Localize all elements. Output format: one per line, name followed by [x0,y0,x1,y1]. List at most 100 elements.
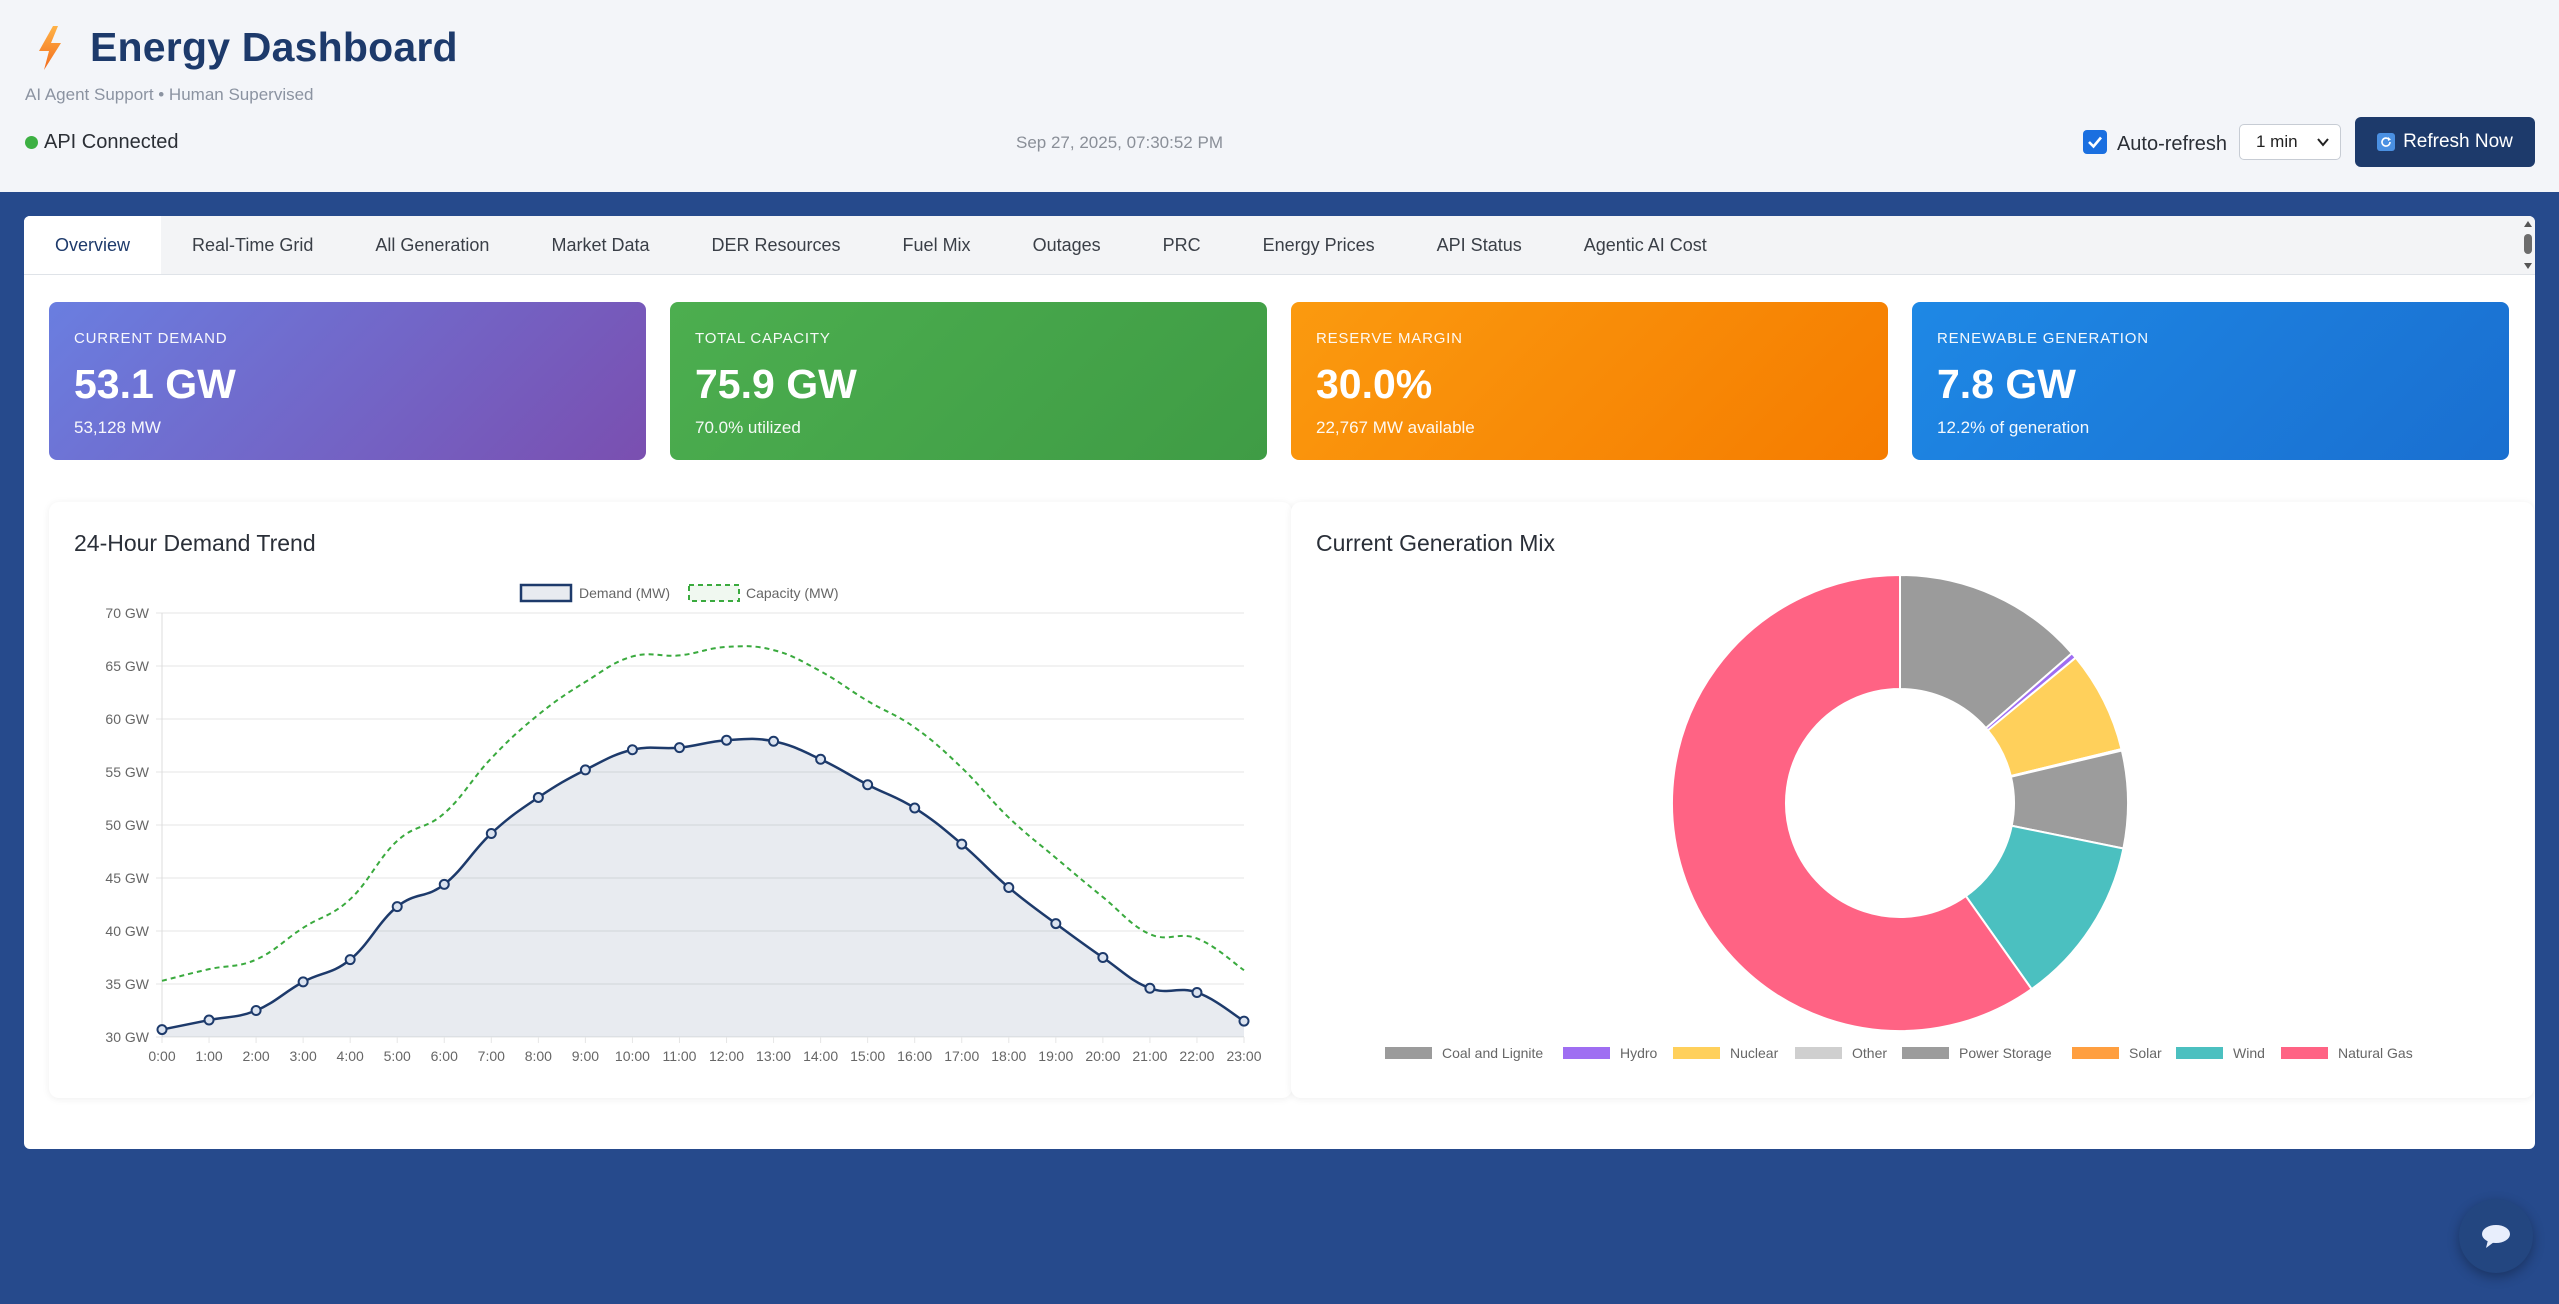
legend-label: Natural Gas [2338,1045,2413,1061]
legend-swatch [2176,1047,2223,1059]
demand-point [156,1024,168,1036]
legend-label: Hydro [1620,1045,1658,1061]
main-panel: Overview Real-Time Grid All Generation M… [24,216,2535,1149]
tab-energy-prices[interactable]: Energy Prices [1232,216,1406,274]
x-tick-label: 11:00 [662,1048,696,1064]
metric-value: 75.9 GW [695,361,857,407]
demand-point [862,779,874,791]
metric-label: Renewable Generation [1937,330,2149,347]
demand-area [162,738,1244,1037]
lightning-bolt-icon [39,25,61,70]
y-tick-label: 60 GW [105,711,149,727]
demand-point [1238,1015,1250,1027]
x-tick-label: 18:00 [991,1048,1026,1064]
legend-swatch [2281,1047,2328,1059]
x-tick-label: 14:00 [803,1048,838,1064]
demand-point [250,1005,262,1016]
demand-point [1191,986,1203,998]
metric-subtext: 12.2% of generation [1937,418,2090,437]
demand-point [768,735,780,747]
scrollbar-thumb[interactable] [2524,234,2532,254]
y-tick-label: 65 GW [105,658,149,674]
metric-subtext: 53,128 MW [74,418,161,437]
demand-point [721,734,733,746]
demand-point [1144,982,1156,994]
demand-point [203,1014,215,1026]
demand-point [532,791,544,803]
x-tick-label: 7:00 [478,1048,505,1064]
auto-refresh-label: Auto-refresh [2116,132,2227,155]
legend-swatch [1795,1047,1842,1059]
x-tick-label: 15:00 [850,1048,885,1064]
tab-real-time-grid[interactable]: Real-Time Grid [161,216,344,274]
x-tick-label: 1:00 [195,1048,222,1064]
x-tick-label: 10:00 [615,1048,650,1064]
x-tick-label: 20:00 [1085,1048,1120,1064]
y-tick-label: 30 GW [105,1029,149,1045]
legend-label: Solar [2129,1045,2162,1061]
refresh-icon [2377,133,2396,151]
api-status: API Connected [25,131,179,154]
demand-point [909,802,921,814]
page-title: Energy Dashboard [90,24,458,70]
page-subtitle: AI Agent Support • Human Supervised [25,85,314,104]
demand-point [391,901,403,913]
demand-point [579,764,591,776]
tab-outages[interactable]: Outages [1002,216,1132,274]
metric-subtext: 70.0% utilized [695,418,801,437]
demand-point [297,976,309,988]
legend-swatch-capacity [688,584,740,602]
metric-card-total-capacity: Total Capacity 75.9 GW 70.0% utilized [670,302,1267,460]
refresh-interval-select[interactable]: 1 min [2239,124,2341,160]
tab-market-data[interactable]: Market Data [520,216,680,274]
status-dot-icon [25,136,38,149]
y-tick-label: 40 GW [105,923,149,939]
metric-value: 30.0% [1316,361,1433,407]
refresh-now-button[interactable]: Refresh Now [2355,117,2535,167]
demand-point [1050,918,1062,930]
checkbox-check-icon [2088,136,2102,149]
x-tick-label: 5:00 [384,1048,411,1064]
dashboard-header: Energy Dashboard AI Agent Support • Huma… [0,0,2559,192]
demand-point [815,753,827,765]
y-tick-label: 55 GW [105,764,149,780]
api-status-label: API Connected [44,131,179,153]
legend-label: Nuclear [1730,1045,1779,1061]
tab-overview[interactable]: Overview [24,216,162,274]
tab-fuel-mix[interactable]: Fuel Mix [872,216,1002,274]
demand-point [626,744,638,756]
metric-label: Reserve Margin [1316,330,1463,347]
brand: Energy Dashboard [36,24,458,71]
demand-point [1003,882,1015,894]
tab-agentic-ai-cost[interactable]: Agentic AI Cost [1553,216,1738,274]
metric-value: 7.8 GW [1937,361,2076,407]
last-updated-timestamp: Sep 27, 2025, 07:30:52 PM [1016,133,1223,152]
demand-point [438,878,450,890]
demand-trend-chart: 30 GW 35 GW 40 GW 45 GW 50 GW 55 GW 60 GW 65 GW… [105,583,1262,1064]
tab-all-generation[interactable]: All Generation [344,216,520,274]
y-tick-label: 50 GW [105,817,149,833]
y-tick-label: 45 GW [105,870,149,886]
refresh-controls: Auto-refresh 1 min Refresh Now [2082,117,2535,167]
chat-button[interactable] [2459,1199,2533,1273]
tab-scrollbar[interactable] [2523,218,2533,272]
legend-swatch-demand [519,583,573,603]
chat-bubble-icon [2482,1225,2510,1248]
x-tick-label: 16:00 [897,1048,932,1064]
y-tick-label: 35 GW [105,976,149,992]
auto-refresh-checkbox[interactable] [2082,130,2107,154]
metric-value: 53.1 GW [74,361,236,407]
legend-label-capacity: Capacity (MW) [746,585,839,601]
metric-label: Total Capacity [695,330,831,347]
tab-der-resources[interactable]: DER Resources [681,216,872,274]
metric-subtext: 22,767 MW available [1316,418,1475,437]
y-tick-label: 70 GW [105,605,149,621]
tab-prc[interactable]: PRC [1132,216,1232,274]
x-tick-label: 22:00 [1179,1048,1214,1064]
metric-label: Current Demand [74,330,228,347]
legend-label: Coal and Lignite [1442,1045,1543,1061]
x-tick-label: 8:00 [525,1048,552,1064]
tab-api-status[interactable]: API Status [1406,216,1553,274]
demand-point [673,742,685,754]
demand-point [1097,952,1109,963]
